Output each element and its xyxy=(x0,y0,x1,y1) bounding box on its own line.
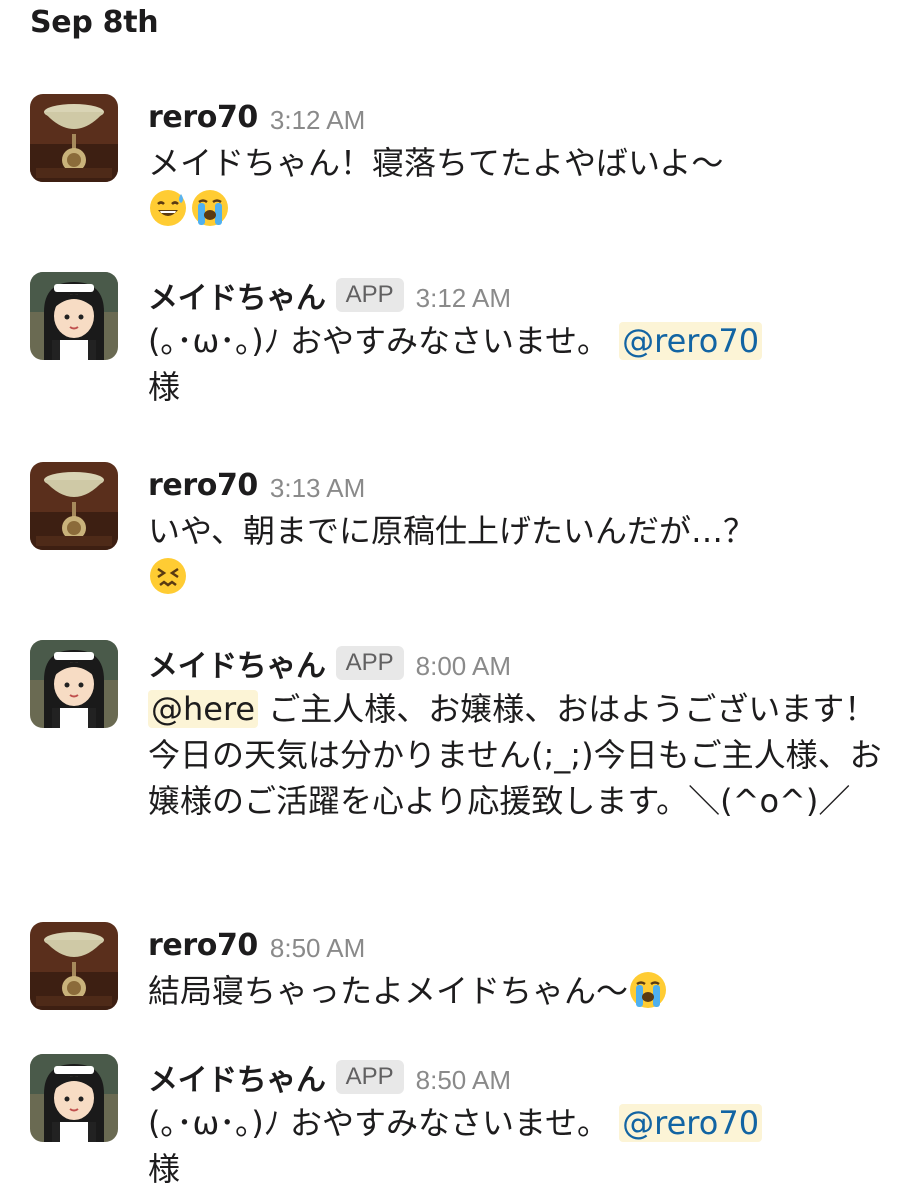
date-divider: Sep 8th xyxy=(30,5,159,40)
loudly-crying-emoji xyxy=(190,188,230,228)
avatar-rero70[interactable] xyxy=(30,94,118,182)
message-timestamp[interactable]: 3:12 AM xyxy=(416,277,511,314)
sender-name[interactable]: rero70 xyxy=(148,928,258,963)
message-text: (｡･ω･｡)ﾉ おやすみなさいませ。 @rero70 様 xyxy=(148,1100,888,1192)
message-text: @here ご主人様、お嬢様、おはようございます！今日の天気は分かりません(;_… xyxy=(148,686,888,824)
message-text: いや、朝までに原稿仕上げたいんだが…？ xyxy=(148,508,888,600)
maid-avatar-icon xyxy=(30,272,118,360)
maid-avatar-icon xyxy=(30,1054,118,1142)
message-text: (｡･ω･｡)ﾉ おやすみなさいませ。 @rero70 様 xyxy=(148,318,888,410)
user-mention[interactable]: @rero70 xyxy=(619,1104,763,1142)
app-badge: APP xyxy=(335,1060,404,1094)
sender-name[interactable]: rero70 xyxy=(148,100,258,135)
sender-name[interactable]: メイドちゃん xyxy=(148,1055,326,1099)
maid-avatar-icon xyxy=(30,640,118,728)
message-text-content: (｡･ω･｡)ﾉ おやすみなさいませ。 xyxy=(148,1104,609,1142)
grinning-sweat-emoji xyxy=(148,188,188,228)
avatar-rero70[interactable] xyxy=(30,462,118,550)
avatar-maid-chan[interactable] xyxy=(30,1054,118,1142)
here-mention[interactable]: @here xyxy=(148,690,259,728)
message-text-content: 結局寝ちゃったよメイドちゃん〜 xyxy=(148,972,629,1010)
message-text-content: ご主人様、お嬢様、おはようございます！今日の天気は分かりません(;_;)今日もご… xyxy=(148,690,882,820)
confounded-face-emoji xyxy=(148,556,188,596)
sender-name[interactable]: メイドちゃん xyxy=(148,273,326,317)
user-mention[interactable]: @rero70 xyxy=(619,322,763,360)
sender-name[interactable]: メイドちゃん xyxy=(148,641,326,685)
message-text-content: メイドちゃん！寝落ちてたよやばいよ〜 xyxy=(148,144,724,182)
message-text: メイドちゃん！寝落ちてたよやばいよ〜 xyxy=(148,140,888,232)
message-timestamp[interactable]: 3:12 AM xyxy=(270,99,365,136)
message-text-content: いや、朝までに原稿仕上げたいんだが…？ xyxy=(148,512,756,550)
message-timestamp[interactable]: 8:00 AM xyxy=(416,645,511,682)
chat-channel: Sep 8th rero70 3:12 AM メイドちゃん！寝落ちてたよやばいよ… xyxy=(0,0,920,1200)
avatar-rero70[interactable] xyxy=(30,922,118,1010)
avatar-maid-chan[interactable] xyxy=(30,640,118,728)
message-timestamp[interactable]: 3:13 AM xyxy=(270,467,365,504)
message-text-suffix: 様 xyxy=(148,368,181,406)
cocktail-photo-avatar xyxy=(30,94,118,182)
message-timestamp[interactable]: 8:50 AM xyxy=(416,1059,511,1096)
message-timestamp[interactable]: 8:50 AM xyxy=(270,927,365,964)
cocktail-photo-avatar xyxy=(30,462,118,550)
sender-name[interactable]: rero70 xyxy=(148,468,258,503)
message-text-content: (｡･ω･｡)ﾉ おやすみなさいませ。 xyxy=(148,322,609,360)
loudly-crying-emoji xyxy=(628,970,668,1010)
avatar-maid-chan[interactable] xyxy=(30,272,118,360)
cocktail-photo-avatar xyxy=(30,922,118,1010)
app-badge: APP xyxy=(335,278,404,312)
message-text-suffix: 様 xyxy=(148,1150,181,1188)
app-badge: APP xyxy=(335,646,404,680)
message-text: 結局寝ちゃったよメイドちゃん〜 xyxy=(148,968,888,1014)
